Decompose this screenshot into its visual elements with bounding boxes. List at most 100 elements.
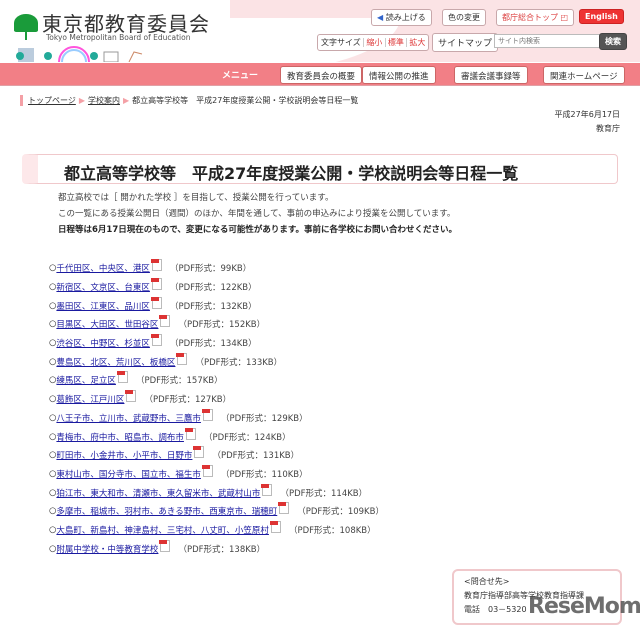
- metro-top-link[interactable]: 都庁総合トップ ◰: [496, 9, 575, 26]
- pdf-icon: [125, 390, 137, 403]
- bullet: ○: [49, 487, 57, 498]
- font-large-button[interactable]: 拡大: [406, 38, 426, 47]
- search-button[interactable]: 検索: [599, 33, 627, 50]
- file-size: （PDF形式：132KB）: [169, 301, 257, 312]
- notice-text: 日程等は6月17日現在のもので、変更になる可能性があります。事前に各学校にお問い…: [58, 225, 458, 235]
- pdf-link[interactable]: 東村山市、国分寺市、国立市、福生市: [56, 468, 201, 480]
- contact-heading: <問合せ先>: [464, 577, 510, 586]
- site-header: 東京都教育委員会 Tokyo Metropolitan Board of Edu…: [0, 0, 640, 78]
- pdf-link[interactable]: 豊島区、北区、荒川区、板橋区: [56, 356, 175, 368]
- bullet: ○: [49, 468, 57, 479]
- intro-text: 都立高校では［ 開かれた学校 ］を目指して、授業公開を行っています。: [58, 193, 334, 203]
- intro-text: この一覧にある授業公開日（週間）のほか、年間を通して、事前の申込みにより授業を公…: [58, 209, 456, 219]
- metro-top-label: 都庁総合トップ: [502, 13, 558, 22]
- list-item: ○ 青梅市、府中市、昭島市、調布市 （PDF形式：124KB）: [49, 427, 384, 446]
- breadcrumb-school[interactable]: 学校案内: [88, 96, 120, 105]
- bullet: ○: [49, 263, 57, 274]
- pdf-link[interactable]: 大島町、新島村、神津島村、三宅村、八丈町、小笠原村: [56, 524, 269, 536]
- pdf-icon: [201, 408, 213, 421]
- pdf-link[interactable]: 附属中学校・中等教育学校: [56, 543, 158, 555]
- schedule-list: ○ 千代田区、中央区、港区 （PDF形式：99KB） ○ 新宿区、文京区、台東区 （PDF…: [49, 259, 384, 558]
- pdf-icon: [193, 446, 205, 459]
- font-standard-button[interactable]: 標準: [384, 38, 404, 47]
- ginkgo-logo-icon: [14, 13, 38, 40]
- bullet: ○: [49, 282, 57, 293]
- file-size: （PDF形式：127KB）: [144, 395, 232, 406]
- menu-label: メニュー: [222, 71, 259, 81]
- list-item: ○ 葛飾区、江戸川区 （PDF形式：127KB）: [49, 390, 384, 409]
- pdf-link[interactable]: 狛江市、東大和市、清瀬市、東久留米市、武蔵村山市: [56, 487, 260, 499]
- page-title: 都立高等学校等 平成27年度授業公開・学校説明会等日程一覧: [64, 164, 519, 183]
- logo-english: Tokyo Metropolitan Board of Education: [46, 33, 191, 42]
- file-size: （PDF形式：152KB）: [178, 320, 266, 331]
- list-item: ○ 千代田区、中央区、港区 （PDF形式：99KB）: [49, 259, 384, 278]
- file-size: （PDF形式：99KB）: [169, 264, 252, 275]
- bullet: ○: [49, 319, 57, 330]
- menu-item-minutes[interactable]: 審議会議事録等: [454, 66, 528, 84]
- pdf-link[interactable]: 新宿区、文京区、台東区: [56, 281, 150, 293]
- breadcrumb-arrow-icon: ▶: [123, 96, 130, 105]
- pdf-link[interactable]: 八王子市、立川市、武蔵野市、三鷹市: [56, 412, 201, 424]
- menu-item-disclosure[interactable]: 情報公開の推進: [362, 66, 436, 84]
- pdf-icon: [269, 520, 281, 533]
- list-item: ○ 新宿区、文京区、台東区 （PDF形式：122KB）: [49, 278, 384, 297]
- school-illustration-icon: [16, 46, 143, 62]
- pdf-link[interactable]: 多摩市、稲城市、羽村市、あきる野市、西東京市、瑞穂町: [56, 505, 277, 517]
- menu-item-links[interactable]: 関連ホームページ: [543, 66, 625, 84]
- pdf-link[interactable]: 町田市、小金井市、小平市、日野市: [56, 449, 192, 461]
- pdf-link[interactable]: 葛飾区、江戸川区: [56, 393, 124, 405]
- file-size: （PDF形式：138KB）: [178, 544, 266, 555]
- pdf-link[interactable]: 目黒区、大田区、世田谷区: [56, 318, 158, 330]
- file-size: （PDF形式：110KB）: [220, 469, 308, 480]
- pdf-icon: [150, 334, 162, 347]
- pdf-icon: [150, 259, 162, 272]
- pdf-link[interactable]: 青梅市、府中市、昭島市、調布市: [56, 431, 184, 443]
- font-small-button[interactable]: 縮小: [363, 38, 383, 47]
- file-size: （PDF形式：157KB）: [135, 376, 223, 387]
- pdf-icon: [176, 352, 188, 365]
- list-item: ○ 墨田区、江東区、品川区 （PDF形式：132KB）: [49, 296, 384, 315]
- pdf-icon: [159, 315, 171, 328]
- pdf-icon: [116, 371, 128, 384]
- pdf-icon: [201, 464, 213, 477]
- list-item: ○ 八王子市、立川市、武蔵野市、三鷹市 （PDF形式：129KB）: [49, 408, 384, 428]
- speaker-icon: ◀: [377, 13, 384, 22]
- bullet: ○: [49, 356, 57, 367]
- read-aloud-label: 読み上げる: [385, 13, 426, 22]
- publish-date: 平成27年6月17日: [554, 110, 620, 119]
- english-button[interactable]: English: [579, 9, 624, 24]
- pdf-icon: [150, 296, 162, 309]
- department: 教育庁: [596, 124, 620, 133]
- pdf-icon: [150, 278, 162, 291]
- bullet: ○: [49, 543, 57, 554]
- pdf-link[interactable]: 練馬区、足立区: [56, 374, 116, 386]
- pdf-icon: [184, 427, 196, 440]
- breadcrumb-top[interactable]: トップページ: [28, 96, 76, 105]
- list-item: ○ 狛江市、東大和市、清瀬市、東久留米市、武蔵村山市 （PDF形式：114KB）: [49, 483, 384, 502]
- resemom-watermark: ReseMom: [528, 594, 640, 619]
- list-item: ○ 豊島区、北区、荒川区、板橋区 （PDF形式：133KB）: [49, 352, 384, 371]
- file-size: （PDF形式：133KB）: [195, 357, 283, 368]
- list-item: ○ 町田市、小金井市、小平市、日野市 （PDF形式：131KB）: [49, 446, 384, 465]
- breadcrumb: トップページ ▶ 学校案内 ▶ 都立高等学校等 平成27年度授業公開・学校説明会等日程一…: [20, 95, 358, 106]
- breadcrumb-arrow-icon: ▶: [78, 96, 85, 105]
- pdf-icon: [159, 539, 171, 552]
- sitemap-button[interactable]: サイトマップ: [432, 33, 499, 52]
- site-search-input[interactable]: [494, 34, 600, 48]
- bullet: ○: [49, 450, 57, 461]
- color-change-button[interactable]: 色の変更: [442, 9, 486, 26]
- read-aloud-button[interactable]: ◀ 読み上げる: [371, 9, 432, 26]
- pdf-link[interactable]: 墨田区、江東区、品川区: [56, 300, 150, 312]
- pdf-link[interactable]: 千代田区、中央区、港区: [56, 262, 150, 274]
- external-link-icon: ◰: [558, 13, 569, 22]
- file-size: （PDF形式：114KB）: [280, 488, 368, 499]
- file-size: （PDF形式：134KB）: [169, 339, 257, 350]
- file-size: （PDF形式：129KB）: [220, 413, 308, 424]
- main-menu: メニュー 教育委員会の概要 情報公開の推進 審議会議事録等 関連ホームページ: [0, 63, 640, 86]
- pdf-icon: [278, 502, 290, 515]
- menu-item-overview[interactable]: 教育委員会の概要: [280, 66, 363, 84]
- list-item: ○ 大島町、新島村、神津島村、三宅村、八丈町、小笠原村 （PDF形式：108KB）: [49, 520, 384, 540]
- pdf-link[interactable]: 渋谷区、中野区、杉並区: [56, 337, 150, 349]
- file-size: （PDF形式：131KB）: [212, 451, 300, 462]
- bullet: ○: [49, 300, 57, 311]
